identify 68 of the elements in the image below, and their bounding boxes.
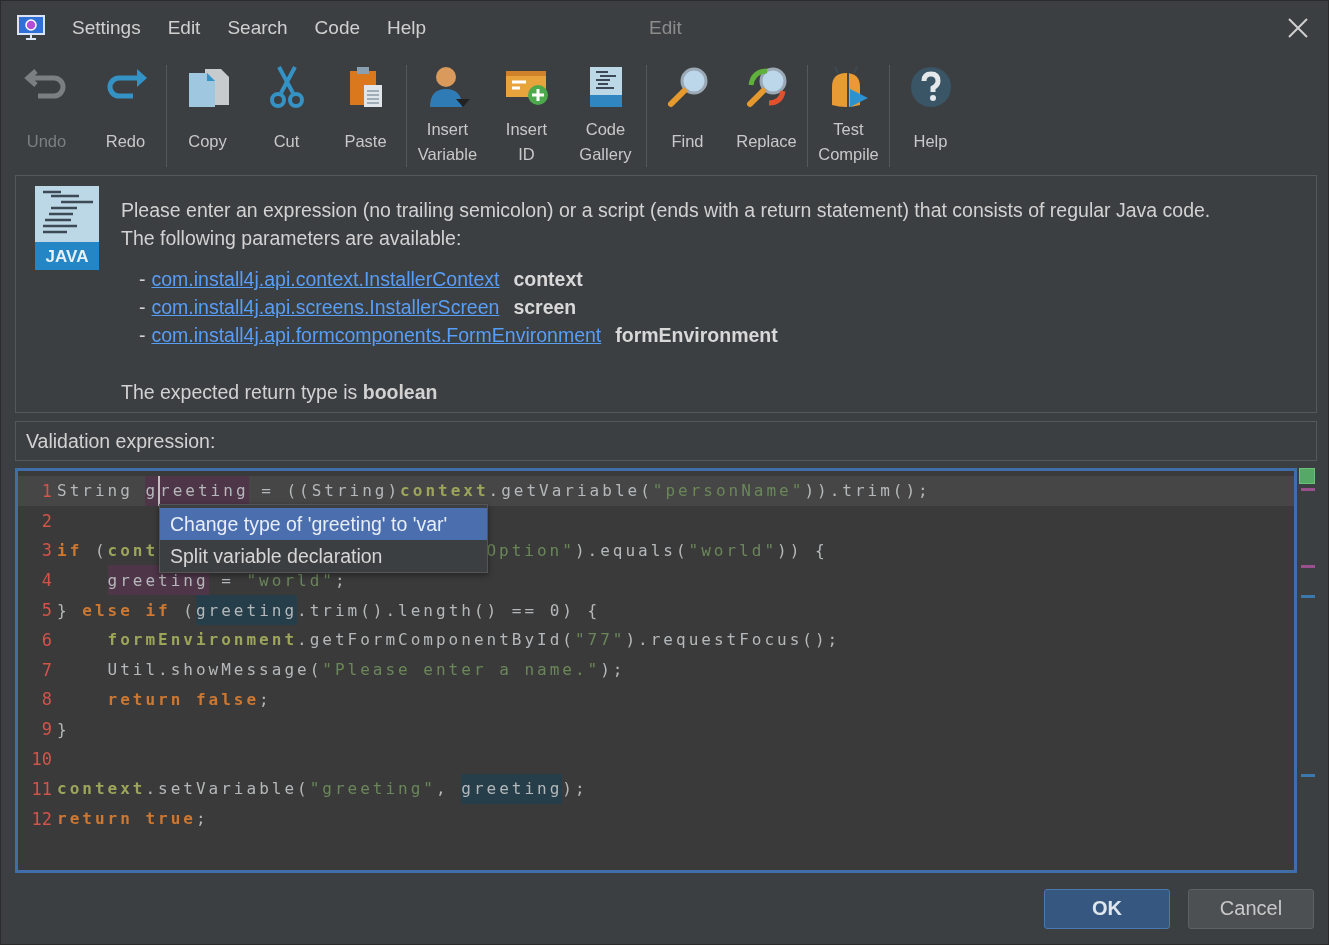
code-line: } else if (greeting.trim().length() == 0) { xyxy=(57,595,601,625)
field-label: Validation expression: xyxy=(26,429,216,453)
app-monitor-icon xyxy=(17,15,45,41)
toolbar-button[interactable]: Insert Variable xyxy=(408,61,487,167)
toolbar-button[interactable]: Paste xyxy=(326,61,405,167)
toolbar-button[interactable]: Insert ID xyxy=(487,61,566,167)
class-link[interactable]: com.install4j.api.context.InstallerContext xyxy=(151,265,500,293)
code-editor[interactable] xyxy=(15,468,1297,873)
parameter-name: context xyxy=(513,267,583,292)
ok-button[interactable]: OK xyxy=(1044,888,1170,929)
java-file-icon xyxy=(587,65,624,109)
line-number: 12 xyxy=(30,808,52,829)
line-number: 8 xyxy=(40,689,52,710)
line-number: 9 xyxy=(40,719,52,740)
line-number: 11 xyxy=(30,778,52,799)
code-line: if (cont xyxy=(57,540,159,562)
list-dash: - xyxy=(139,323,146,348)
line-number: 6 xyxy=(40,629,52,650)
usage-marker[interactable] xyxy=(1301,565,1315,569)
line-number: 10 xyxy=(30,749,52,770)
toolbar-button[interactable]: Redo xyxy=(86,61,165,167)
line-number: 1 xyxy=(40,480,52,501)
popup-item[interactable]: Change type of 'greeting' to 'var' xyxy=(160,508,487,540)
usage-marker[interactable] xyxy=(1301,488,1315,491)
code-line: formEnvironment.getFormComponentById("77").requestFocus(); xyxy=(107,629,841,652)
code-line: String g reeting = ((String)context.getVariable("personName")).trim(); xyxy=(57,476,931,506)
class-link[interactable]: com.install4j.api.formcomponents.FormEnvironment xyxy=(151,321,602,349)
toolbar-button[interactable]: Cut xyxy=(247,61,326,167)
usage-marker[interactable] xyxy=(1301,595,1315,599)
cancel-button[interactable]: Cancel xyxy=(1188,888,1314,929)
list-dash: - xyxy=(139,267,146,292)
parameter-name: formEnvironment xyxy=(615,323,778,348)
menu-item[interactable]: Search xyxy=(227,17,288,39)
code-line: Util.showMessage("Please enter a name."); xyxy=(107,659,626,682)
toolbar-button[interactable]: Copy xyxy=(168,61,247,167)
line-number: 4 xyxy=(40,570,52,591)
menu-item[interactable]: Code xyxy=(314,17,361,39)
toolbar-button[interactable]: Test Compile xyxy=(809,61,888,167)
close-icon xyxy=(1288,18,1308,38)
menu-item[interactable]: Edit xyxy=(167,17,201,39)
magnifier-icon xyxy=(665,65,710,109)
toolbar-button[interactable]: Code Gallery xyxy=(566,61,645,167)
list-dash: - xyxy=(139,295,146,320)
java-file-icon: JAVA xyxy=(35,186,99,270)
help-icon xyxy=(908,65,953,109)
description-text: Please enter an expression (no trailing semicolon) or a script (ends with a return statement) that consists of regular Java code. xyxy=(121,198,1211,223)
toolbar-button[interactable]: Find xyxy=(648,61,727,167)
code-line: } xyxy=(57,718,70,741)
line-number: 5 xyxy=(40,600,52,621)
toolbar-button[interactable]: Replace xyxy=(727,61,806,167)
line-number: 7 xyxy=(40,659,52,680)
status-ok-icon xyxy=(1299,468,1315,484)
menu-item[interactable]: Help xyxy=(387,17,427,39)
usage-marker[interactable] xyxy=(1301,774,1315,777)
window-title: Edit xyxy=(649,17,682,39)
return-type-text: The expected return type is boolean xyxy=(121,380,439,405)
code-line: return true; xyxy=(57,808,209,831)
class-link[interactable]: com.install4j.api.screens.InstallerScreen xyxy=(151,293,500,321)
description-text: The following parameters are available: xyxy=(121,226,463,251)
code-line: Option").equals("world")) { xyxy=(486,540,828,562)
line-number: 2 xyxy=(40,510,52,531)
toolbar-button[interactable]: Help xyxy=(891,61,970,167)
code-line: return false; xyxy=(107,688,272,711)
menu-item[interactable]: Settings xyxy=(72,17,141,39)
popup-item[interactable]: Split variable declaration xyxy=(160,540,487,572)
line-number: 3 xyxy=(40,540,52,561)
parameter-name: screen xyxy=(513,295,577,320)
code-line: context.setVariable("greeting", greeting); xyxy=(57,773,588,804)
